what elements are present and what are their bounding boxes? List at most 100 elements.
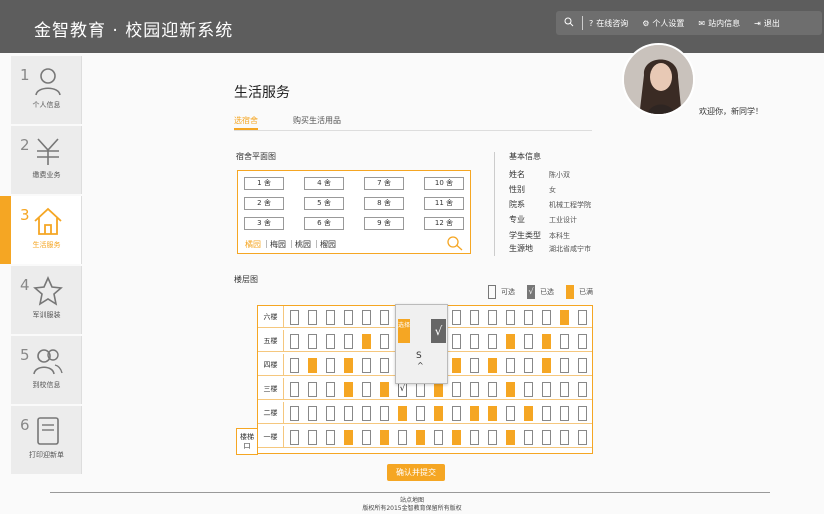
room-cell[interactable]: [326, 358, 335, 373]
room-cell[interactable]: [578, 358, 587, 373]
room-cell[interactable]: [488, 406, 497, 421]
room-cell[interactable]: [398, 430, 407, 445]
room-cell[interactable]: [308, 382, 317, 397]
room-cell[interactable]: [434, 430, 443, 445]
dorm-button[interactable]: 2 舍: [244, 197, 284, 210]
avatar[interactable]: [622, 43, 695, 116]
room-cell[interactable]: [308, 430, 317, 445]
room-cell[interactable]: [452, 382, 461, 397]
dorm-button[interactable]: 3 舍: [244, 217, 284, 230]
campus-tab[interactable]: 梅园: [270, 239, 286, 250]
room-cell[interactable]: [344, 406, 353, 421]
room-cell[interactable]: [578, 334, 587, 349]
sidebar-item-arrival[interactable]: 5 到校信息: [11, 336, 82, 404]
room-cell[interactable]: [290, 310, 299, 325]
popup-check-marker[interactable]: √: [431, 319, 446, 343]
room-cell[interactable]: [362, 358, 371, 373]
sidebar-item-payment[interactable]: 2 缴费业务: [11, 126, 82, 194]
room-cell[interactable]: [560, 430, 569, 445]
messages-link[interactable]: ✉ 站内信息: [698, 18, 740, 29]
room-cell[interactable]: [344, 382, 353, 397]
room-cell[interactable]: [524, 334, 533, 349]
room-cell[interactable]: [470, 430, 479, 445]
room-cell[interactable]: [524, 406, 533, 421]
room-cell[interactable]: [416, 406, 425, 421]
room-cell[interactable]: [560, 310, 569, 325]
sidebar-item-print[interactable]: 6 打印迎新单: [11, 406, 82, 474]
logout-link[interactable]: ⇥ 退出: [754, 18, 780, 29]
room-cell[interactable]: [452, 334, 461, 349]
dorm-button[interactable]: 8 舍: [364, 197, 404, 210]
zoom-icon[interactable]: [446, 235, 464, 251]
room-cell[interactable]: [524, 430, 533, 445]
dorm-button[interactable]: 5 舍: [304, 197, 344, 210]
tab-select-dorm[interactable]: 选宿舍: [234, 115, 258, 130]
room-cell[interactable]: [326, 334, 335, 349]
dorm-button[interactable]: 10 舍: [424, 177, 464, 190]
room-cell[interactable]: [380, 334, 389, 349]
room-cell[interactable]: [560, 334, 569, 349]
room-cell[interactable]: [308, 310, 317, 325]
room-cell[interactable]: [362, 310, 371, 325]
room-cell[interactable]: [344, 430, 353, 445]
room-cell[interactable]: [524, 382, 533, 397]
search-icon[interactable]: [556, 17, 582, 29]
room-cell[interactable]: [542, 358, 551, 373]
room-cell[interactable]: [542, 406, 551, 421]
room-cell[interactable]: [290, 382, 299, 397]
room-cell[interactable]: [362, 406, 371, 421]
campus-tab[interactable]: 桃园: [295, 239, 311, 250]
room-cell[interactable]: [452, 430, 461, 445]
settings-link[interactable]: ⚙ 个人设置: [642, 18, 684, 29]
room-cell[interactable]: [542, 310, 551, 325]
room-cell[interactable]: [290, 358, 299, 373]
dorm-button[interactable]: 11 舍: [424, 197, 464, 210]
room-cell[interactable]: [416, 430, 425, 445]
room-cell[interactable]: [308, 406, 317, 421]
room-cell[interactable]: [308, 334, 317, 349]
room-cell[interactable]: [452, 358, 461, 373]
dorm-button[interactable]: 7 舍: [364, 177, 404, 190]
room-cell[interactable]: [470, 358, 479, 373]
room-cell[interactable]: [542, 334, 551, 349]
room-cell[interactable]: [362, 430, 371, 445]
room-cell[interactable]: [308, 358, 317, 373]
dorm-button[interactable]: 12 舍: [424, 217, 464, 230]
room-cell[interactable]: [524, 310, 533, 325]
room-cell[interactable]: [326, 406, 335, 421]
room-cell[interactable]: [560, 358, 569, 373]
sidebar-item-personal-info[interactable]: 1 个人信息: [11, 56, 82, 124]
room-cell[interactable]: [290, 334, 299, 349]
room-cell[interactable]: [560, 382, 569, 397]
room-cell[interactable]: [488, 430, 497, 445]
room-cell[interactable]: [542, 430, 551, 445]
room-cell[interactable]: [380, 406, 389, 421]
room-cell[interactable]: [506, 334, 515, 349]
room-cell[interactable]: [326, 382, 335, 397]
consult-link[interactable]: ? 在线咨询: [589, 18, 628, 29]
room-cell[interactable]: [470, 382, 479, 397]
room-cell[interactable]: [362, 334, 371, 349]
campus-tab[interactable]: 榴园: [320, 239, 336, 250]
room-cell[interactable]: [344, 358, 353, 373]
room-cell[interactable]: [326, 430, 335, 445]
room-cell[interactable]: [488, 334, 497, 349]
room-cell[interactable]: [488, 382, 497, 397]
dorm-button[interactable]: 1 舍: [244, 177, 284, 190]
room-cell[interactable]: [434, 406, 443, 421]
room-cell[interactable]: [506, 310, 515, 325]
room-cell[interactable]: [506, 382, 515, 397]
room-cell[interactable]: [326, 310, 335, 325]
room-cell[interactable]: [290, 406, 299, 421]
room-cell[interactable]: [416, 382, 425, 397]
room-cell[interactable]: [560, 406, 569, 421]
room-cell[interactable]: [578, 430, 587, 445]
sidebar-item-uniform[interactable]: 4 军训服装: [11, 266, 82, 334]
room-cell[interactable]: [380, 358, 389, 373]
room-cell[interactable]: [452, 406, 461, 421]
room-cell[interactable]: [488, 310, 497, 325]
room-cell[interactable]: [344, 310, 353, 325]
room-cell[interactable]: [434, 382, 443, 397]
popup-select-marker[interactable]: 选择: [398, 319, 410, 343]
room-cell[interactable]: [380, 430, 389, 445]
